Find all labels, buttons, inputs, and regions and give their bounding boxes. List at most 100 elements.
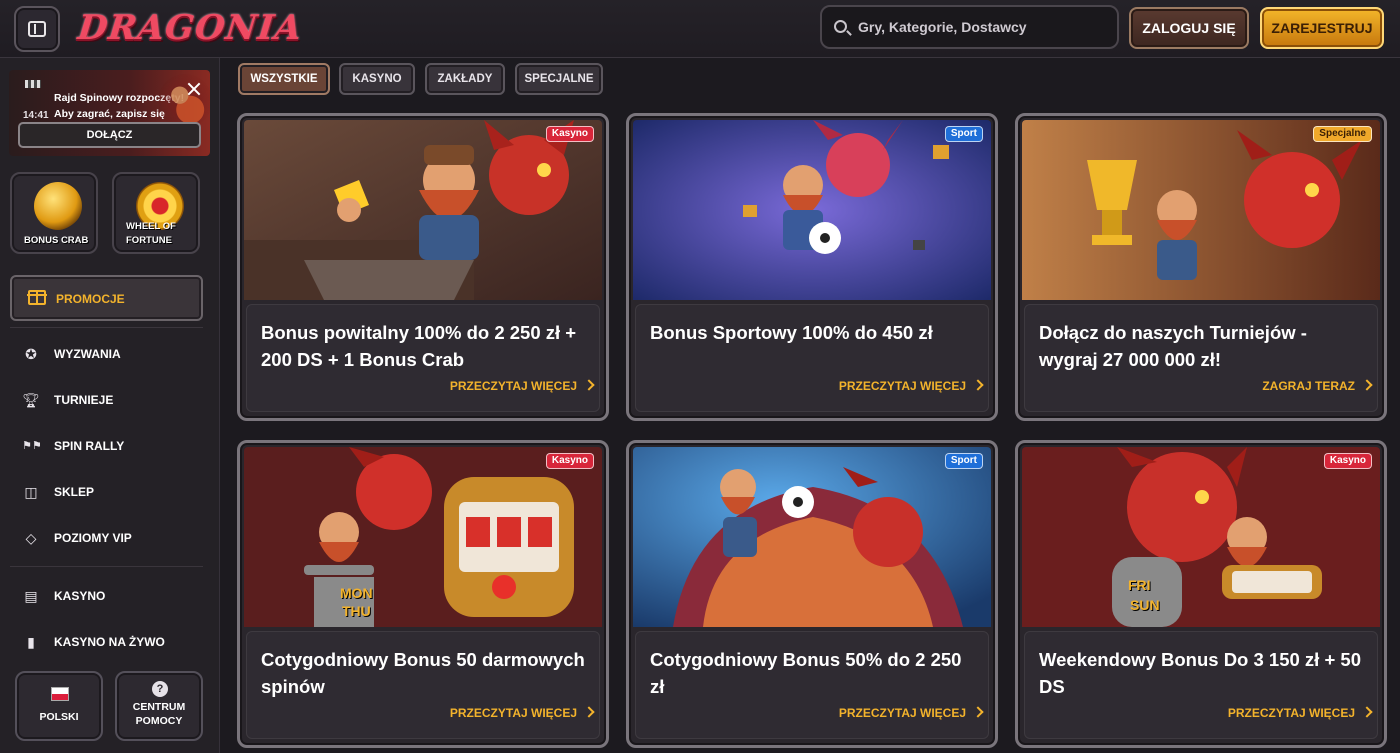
search-box[interactable] <box>820 5 1119 49</box>
sidebar-toggle-button[interactable] <box>14 6 60 52</box>
rally-message-subtitle: Aby zagrać, zapisz się <box>54 108 165 120</box>
promo-card-body: Cotygodniowy Bonus 50% do 2 250 zł PRZEC… <box>635 631 989 739</box>
divider <box>10 327 203 328</box>
promo-image: MON THU Kasyno <box>244 447 602 627</box>
language-label: POLSKI <box>39 711 79 723</box>
chevron-right-icon <box>583 379 595 391</box>
medal-icon: ✪ <box>25 346 37 362</box>
promo-image: Specjalne <box>1022 120 1380 300</box>
sidebar-item-label: KASYNO NA ŻYWO <box>54 635 165 649</box>
sidebar-item-label: WYZWANIA <box>54 347 121 361</box>
slot-machine-icon: ▤ <box>24 588 38 604</box>
category-badge: Kasyno <box>545 126 594 142</box>
promo-title: Weekendowy Bonus Do 3 150 zł + 50 DS <box>1039 649 1361 697</box>
close-icon[interactable] <box>187 82 201 96</box>
promo-image: FRI SUN Kasyno <box>1022 447 1380 627</box>
read-more-link[interactable]: PRZECZYTAJ WIĘCEJ <box>449 706 595 720</box>
trophy-icon: 🏆︎ <box>22 392 40 408</box>
promo-card-body: Weekendowy Bonus Do 3 150 zł + 50 DS PRZ… <box>1024 631 1378 739</box>
tile-label-line1: WHEEL OF <box>126 221 176 232</box>
category-badge: Kasyno <box>545 453 594 469</box>
sign-line2: THU <box>342 603 371 619</box>
promo-title: Bonus powitalny 100% do 2 250 zł + 200 D… <box>261 322 577 370</box>
read-more-link[interactable]: PRZECZYTAJ WIĘCEJ <box>1227 706 1373 720</box>
sidebar-item-label: POZIOMY VIP <box>54 531 132 545</box>
category-badge: Sport <box>944 453 983 469</box>
sign-line1: MON <box>340 585 373 601</box>
read-more-link[interactable]: PRZECZYTAJ WIĘCEJ <box>449 379 595 393</box>
cta-label: PRZECZYTAJ WIĘCEJ <box>1227 706 1355 720</box>
search-input[interactable] <box>858 7 1113 47</box>
category-badge: Sport <box>944 126 983 142</box>
chevron-right-icon <box>583 706 595 718</box>
divider <box>10 566 203 567</box>
promo-image: Sport <box>633 120 991 300</box>
read-more-link[interactable]: PRZECZYTAJ WIĘCEJ <box>838 706 984 720</box>
wheel-of-fortune-tile[interactable]: WHEEL OF FORTUNE <box>112 172 200 254</box>
filter-tab-all[interactable]: WSZYSTKIE <box>238 63 330 95</box>
chevron-right-icon <box>972 379 984 391</box>
filter-tab-casino[interactable]: KASYNO <box>339 63 415 95</box>
cta-label: PRZECZYTAJ WIĘCEJ <box>449 379 577 393</box>
search-icon <box>834 20 847 33</box>
join-rally-button[interactable]: DOŁĄCZ <box>18 122 201 148</box>
promo-card-body: Bonus powitalny 100% do 2 250 zł + 200 D… <box>246 304 600 412</box>
sign-line2: SUN <box>1130 597 1160 613</box>
sidebar-item-challenges[interactable]: ✪ WYZWANIA <box>22 342 202 366</box>
promo-card-welcome-bonus[interactable]: Kasyno Bonus powitalny 100% do 2 250 zł … <box>237 113 609 421</box>
rally-timer: 14:41 <box>23 110 49 121</box>
promo-card-sport-bonus[interactable]: Sport Bonus Sportowy 100% do 450 zł PRZE… <box>626 113 998 421</box>
login-button[interactable]: ZALOGUJ SIĘ <box>1129 7 1249 49</box>
promo-card-body: Bonus Sportowy 100% do 450 zł PRZECZYTAJ… <box>635 304 989 412</box>
poland-flag-icon <box>51 687 69 701</box>
top-header: DRAGONIA ZALOGUJ SIĘ ZAREJESTRUJ <box>0 0 1400 58</box>
cta-label: PRZECZYTAJ WIĘCEJ <box>838 706 966 720</box>
tile-label: BONUS CRAB <box>24 235 89 246</box>
bonus-crab-tile[interactable]: BONUS CRAB <box>10 172 98 254</box>
logo[interactable]: DRAGONIA <box>76 6 305 50</box>
promo-title: Bonus Sportowy 100% do 450 zł <box>650 322 933 343</box>
race-flag-icon <box>25 80 41 88</box>
promo-title: Cotygodniowy Bonus 50% do 2 250 zł <box>650 649 962 697</box>
register-button[interactable]: ZAREJESTRUJ <box>1260 7 1384 49</box>
promo-card-body: Cotygodniowy Bonus 50 darmowych spinów P… <box>246 631 600 739</box>
promo-card-weekly-sport-bonus[interactable]: Sport Cotygodniowy Bonus 50% do 2 250 zł… <box>626 440 998 748</box>
category-badge: Kasyno <box>1323 453 1372 469</box>
sidebar-item-label: TURNIEJE <box>54 393 114 407</box>
chevron-right-icon <box>972 706 984 718</box>
help-center-button[interactable]: ? CENTRUM POMOCY <box>115 671 203 741</box>
promo-card-weekly-free-spins[interactable]: MON THU Kasyno Cotygodniowy Bonus 50 dar… <box>237 440 609 748</box>
cta-label: PRZECZYTAJ WIĘCEJ <box>838 379 966 393</box>
cta-label: ZAGRAJ TERAZ <box>1262 379 1355 393</box>
sidebar-item-promotions[interactable]: PROMOCJE <box>10 275 203 321</box>
promo-card-tournaments[interactable]: Specjalne Dołącz do naszych Turniejów - … <box>1015 113 1387 421</box>
cta-label: PRZECZYTAJ WIĘCEJ <box>449 706 577 720</box>
sidebar-toggle-icon <box>28 21 46 37</box>
help-label-line1: CENTRUM <box>132 701 186 713</box>
tile-label-line2: FORTUNE <box>126 235 172 246</box>
promo-card-weekend-bonus[interactable]: FRI SUN Kasyno Weekendowy Bonus Do 3 150… <box>1015 440 1387 748</box>
language-selector[interactable]: POLSKI <box>15 671 103 741</box>
read-more-link[interactable]: PRZECZYTAJ WIĘCEJ <box>838 379 984 393</box>
promo-image: Sport <box>633 447 991 627</box>
sidebar-item-label: PROMOCJE <box>56 292 125 306</box>
sidebar-item-casino[interactable]: ▤ KASYNO <box>22 584 202 608</box>
gift-icon <box>27 290 47 305</box>
sidebar-item-vip-levels[interactable]: ◇ POZIOMY VIP <box>22 526 202 550</box>
filter-tab-bets[interactable]: ZAKŁADY <box>425 63 505 95</box>
sign-line1: FRI <box>1128 577 1151 593</box>
help-label-line2: POMOCY <box>135 715 183 727</box>
sidebar-item-tournaments[interactable]: 🏆︎ TURNIEJE <box>22 388 202 412</box>
chevron-right-icon <box>1361 379 1373 391</box>
chevron-right-icon <box>1361 706 1373 718</box>
play-now-link[interactable]: ZAGRAJ TERAZ <box>1262 379 1373 393</box>
sidebar-item-live-casino[interactable]: ▮ KASYNO NA ŻYWO <box>22 630 202 654</box>
race-flag-icon: ⚑⚑ <box>22 440 42 452</box>
sidebar-item-spin-rally[interactable]: ⚑⚑ SPIN RALLY <box>22 434 202 458</box>
sidebar-item-label: SPIN RALLY <box>54 439 125 453</box>
filter-tab-special[interactable]: SPECJALNE <box>515 63 603 95</box>
sidebar-item-shop[interactable]: ◫ SKLEP <box>22 480 202 504</box>
spin-rally-banner: 14:41 Rajd Spinowy rozpoczęty! Aby zagra… <box>9 70 210 156</box>
help-icon: ? <box>152 681 168 697</box>
playing-card-icon: ▮ <box>27 634 35 650</box>
